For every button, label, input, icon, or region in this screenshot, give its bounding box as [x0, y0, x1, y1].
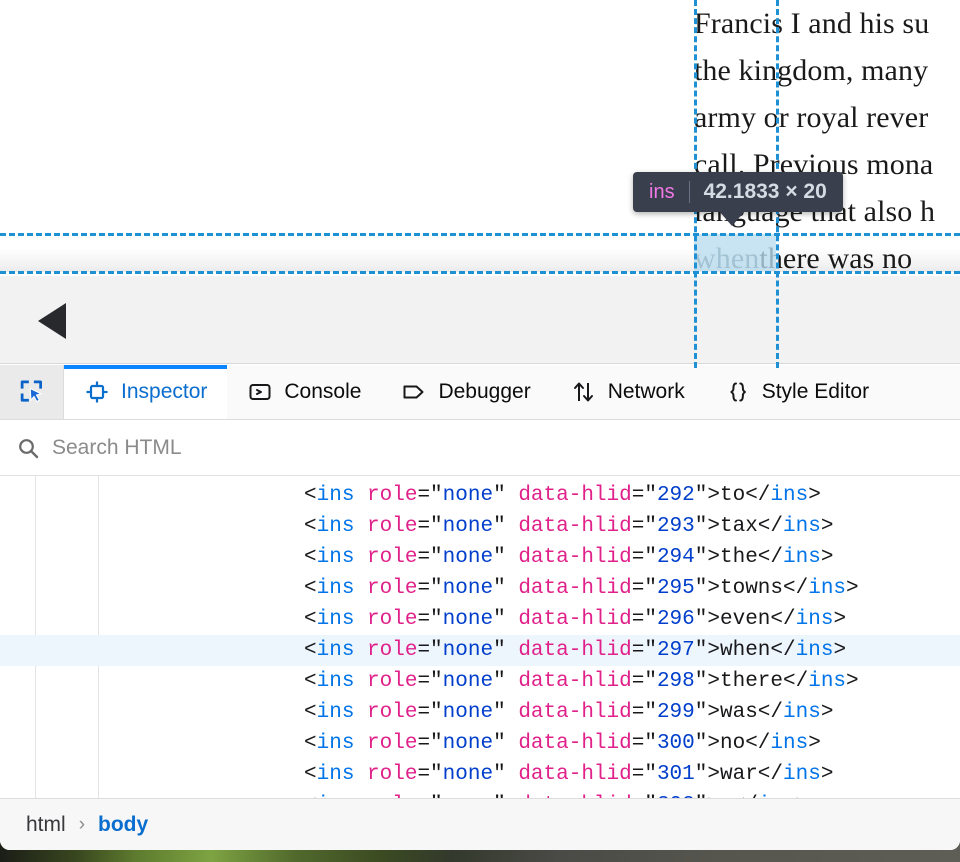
tab-console-label: Console — [284, 380, 362, 403]
markup-view: < ins role =" none " data-hlid =" 292 "> to </ins… — [0, 476, 960, 798]
tab-debugger-label: Debugger — [438, 380, 531, 403]
element-info-tooltip: ins 42.1833 × 20 — [633, 172, 843, 212]
search-icon — [19, 438, 39, 458]
tab-style-editor[interactable]: Style Editor — [705, 365, 889, 419]
breadcrumb-item-html[interactable]: html — [18, 811, 74, 839]
tab-console[interactable]: Console — [227, 365, 381, 419]
markup-row[interactable]: < ins role =" none " data-hlid =" 298 "> there </… — [0, 666, 960, 697]
tab-network[interactable]: Network — [551, 365, 705, 419]
markup-row[interactable]: <ins role="none" data-hlid="302">.</ins> — [0, 790, 960, 798]
article-line-text: the kingdom, many — [694, 54, 929, 87]
devtools-toolbar: Inspector Console Debugger Network Style… — [0, 365, 960, 420]
article-line: army or royal rever — [694, 94, 960, 141]
article-line-text: army or royal rever — [694, 101, 929, 134]
style-editor-icon — [725, 379, 751, 405]
devtools-tab-list: Inspector Console Debugger Network Style… — [64, 365, 960, 419]
debugger-icon — [401, 379, 427, 405]
markup-row[interactable]: < ins role =" none " data-hlid =" 300 "> no </ins… — [0, 728, 960, 759]
markup-row[interactable]: < ins role =" none " data-hlid =" 299 "> was </in… — [0, 697, 960, 728]
element-picker-button[interactable] — [0, 365, 64, 419]
guide-line-horizontal-bottom — [0, 271, 960, 274]
markup-row[interactable]: < ins role =" none " data-hlid =" 293 "> tax </in… — [0, 511, 960, 542]
element-picker-icon — [20, 380, 43, 403]
markup-row-list: < ins role =" none " data-hlid =" 292 "> to </ins… — [0, 480, 960, 798]
network-icon — [571, 379, 597, 405]
tab-debugger[interactable]: Debugger — [381, 365, 550, 419]
devtools-panel: Inspector Console Debugger Network Style… — [0, 365, 960, 850]
tab-inspector[interactable]: Inspector — [64, 365, 228, 419]
article-line: the kingdom, many — [694, 47, 960, 94]
inspector-icon — [84, 379, 110, 405]
breadcrumb-item-body[interactable]: body — [90, 811, 156, 839]
tab-network-label: Network — [607, 380, 685, 403]
navigation-strip — [0, 276, 960, 364]
tab-style-editor-label: Style Editor — [761, 380, 870, 403]
markup-row[interactable]: < ins role =" none " data-hlid =" 295 "> towns </… — [0, 573, 960, 604]
tooltip-pointer-arrow — [719, 211, 745, 226]
console-icon — [247, 379, 273, 405]
search-html-bar[interactable]: Search HTML — [0, 420, 960, 476]
article-line: Francis I and his su — [694, 0, 960, 47]
tooltip-dimensions: 42.1833 × 20 — [703, 180, 827, 203]
breadcrumb-separator-icon: › — [78, 813, 86, 835]
tab-inspector-label: Inspector — [121, 380, 208, 403]
screenshot-root: Francis I and his su the kingdom, many a… — [0, 0, 960, 862]
browser-window: Francis I and his su the kingdom, many a… — [0, 0, 960, 850]
markup-row[interactable]: < ins role =" none " data-hlid =" 294 "> the </in… — [0, 542, 960, 573]
markup-row[interactable]: < ins role =" none " data-hlid =" 292 "> to </ins… — [0, 480, 960, 511]
tooltip-tag-name: ins — [649, 180, 675, 203]
markup-row[interactable]: < ins role =" none " data-hlid =" 297 "> when </i… — [0, 635, 960, 666]
breadcrumb: html › body — [0, 798, 960, 850]
search-input-placeholder[interactable]: Search HTML — [52, 436, 182, 460]
back-button[interactable] — [30, 303, 74, 339]
markup-row[interactable]: < ins role =" none " data-hlid =" 301 "> war </in… — [0, 759, 960, 790]
markup-row[interactable]: < ins role =" none " data-hlid =" 296 "> even </i… — [0, 604, 960, 635]
back-arrow-icon — [38, 303, 66, 339]
guide-line-horizontal-top — [0, 233, 960, 236]
article-line-text: Francis I and his su — [694, 7, 930, 40]
node-highlight-box — [694, 234, 776, 271]
